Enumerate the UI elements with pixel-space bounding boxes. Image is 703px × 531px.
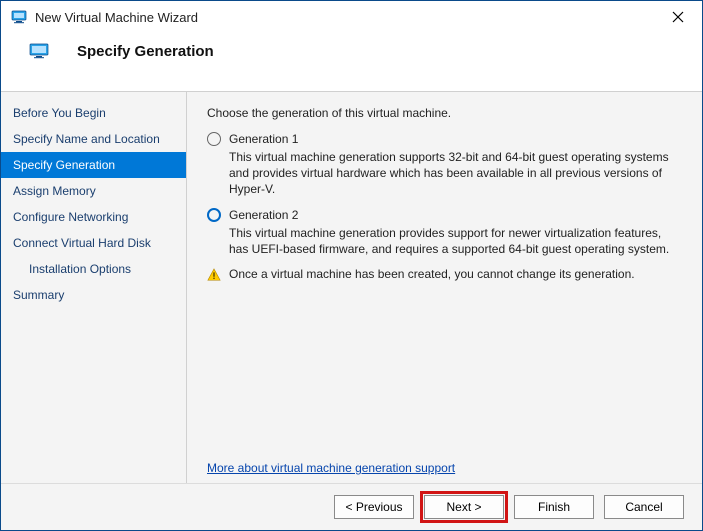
more-info-link[interactable]: More about virtual machine generation su… bbox=[207, 461, 682, 475]
body-area: Before You Begin Specify Name and Locati… bbox=[1, 92, 702, 483]
radio-gen2[interactable] bbox=[207, 208, 221, 222]
footer: < Previous Next > Finish Cancel bbox=[1, 483, 702, 530]
page-title: Specify Generation bbox=[77, 43, 214, 60]
radio-gen1[interactable] bbox=[207, 132, 221, 146]
sidebar-item-before-you-begin[interactable]: Before You Begin bbox=[1, 100, 186, 126]
sidebar-item-specify-generation[interactable]: Specify Generation bbox=[1, 152, 186, 178]
sidebar-item-configure-networking[interactable]: Configure Networking bbox=[1, 204, 186, 230]
app-icon bbox=[11, 9, 27, 25]
previous-button[interactable]: < Previous bbox=[334, 495, 414, 519]
cancel-button[interactable]: Cancel bbox=[604, 495, 684, 519]
title-bar: New Virtual Machine Wizard bbox=[1, 1, 702, 33]
finish-button[interactable]: Finish bbox=[514, 495, 594, 519]
content-area: Choose the generation of this virtual ma… bbox=[187, 92, 702, 483]
close-icon bbox=[672, 11, 684, 23]
close-button[interactable] bbox=[660, 3, 696, 31]
option-desc-gen1: This virtual machine generation supports… bbox=[229, 149, 682, 198]
sidebar: Before You Begin Specify Name and Locati… bbox=[1, 92, 187, 483]
option-row-gen2[interactable]: Generation 2 bbox=[207, 208, 682, 222]
option-generation-1: Generation 1 This virtual machine genera… bbox=[207, 132, 682, 198]
header-strip: Specify Generation bbox=[1, 33, 702, 92]
option-label-gen1: Generation 1 bbox=[229, 132, 298, 146]
next-button[interactable]: Next > bbox=[424, 495, 504, 519]
sidebar-item-summary[interactable]: Summary bbox=[1, 282, 186, 308]
option-desc-gen2: This virtual machine generation provides… bbox=[229, 225, 682, 257]
wizard-window: New Virtual Machine Wizard Specify Gener… bbox=[0, 0, 703, 531]
warning-row: Once a virtual machine has been created,… bbox=[207, 267, 682, 282]
warning-text: Once a virtual machine has been created,… bbox=[229, 267, 635, 281]
option-row-gen1[interactable]: Generation 1 bbox=[207, 132, 682, 146]
sidebar-item-specify-name[interactable]: Specify Name and Location bbox=[1, 126, 186, 152]
sidebar-item-connect-vhd[interactable]: Connect Virtual Hard Disk bbox=[1, 230, 186, 256]
window-title: New Virtual Machine Wizard bbox=[35, 10, 198, 25]
option-generation-2: Generation 2 This virtual machine genera… bbox=[207, 208, 682, 257]
sidebar-item-installation-options[interactable]: Installation Options bbox=[1, 256, 186, 282]
monitor-icon bbox=[29, 43, 49, 59]
warning-icon bbox=[207, 268, 221, 282]
option-label-gen2: Generation 2 bbox=[229, 208, 298, 222]
sidebar-item-assign-memory[interactable]: Assign Memory bbox=[1, 178, 186, 204]
prompt-text: Choose the generation of this virtual ma… bbox=[207, 106, 682, 120]
